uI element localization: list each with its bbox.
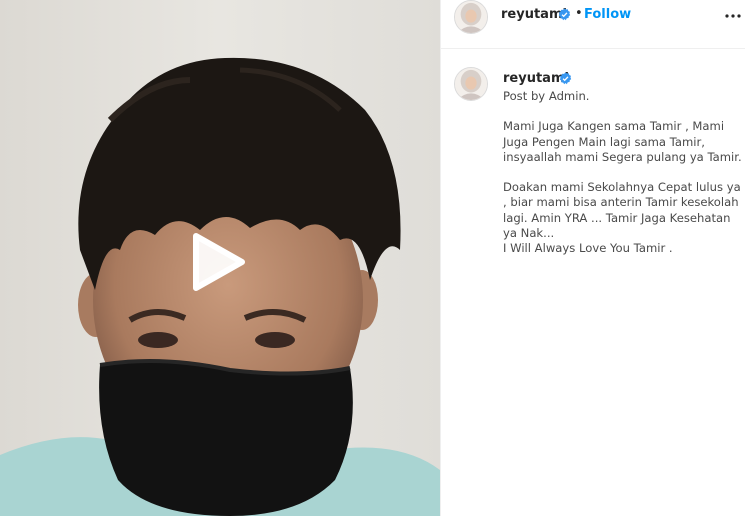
post-caption: reyutami Post by Admin. Mami Juga Kangen… [441, 49, 745, 516]
verified-badge-icon [558, 8, 571, 21]
play-button[interactable] [184, 230, 248, 294]
caption-text: Post by Admin. Mami Juga Kangen sama Tam… [503, 89, 742, 256]
post-sidebar: reyutami • Follow reyutami Post by Admin… [440, 0, 745, 516]
verified-badge-icon [559, 72, 572, 85]
profile-avatar[interactable] [454, 0, 488, 34]
play-icon [193, 233, 245, 291]
video-player[interactable] [0, 0, 440, 516]
follow-button[interactable]: Follow [584, 7, 631, 22]
post-header: reyutami • Follow [441, 0, 745, 49]
more-options-icon[interactable] [723, 6, 743, 26]
separator-dot: • [575, 6, 583, 21]
caption-avatar[interactable] [454, 67, 488, 101]
